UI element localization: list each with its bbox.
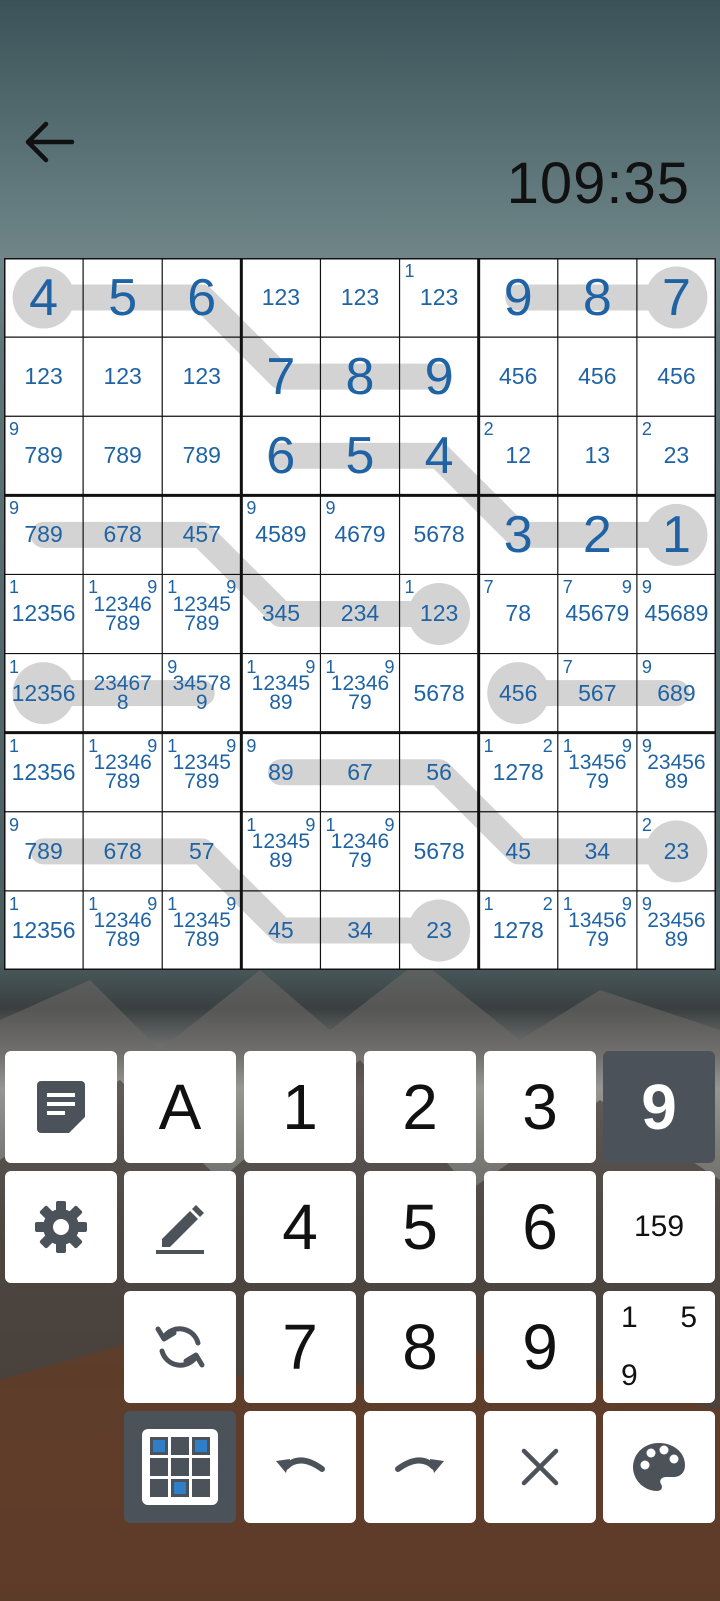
- timer: 109:35: [506, 151, 690, 216]
- note-icon: [37, 1081, 85, 1133]
- refresh-button[interactable]: [124, 1291, 236, 1403]
- digit-9-button[interactable]: 9: [484, 1291, 596, 1403]
- sudoku-board[interactable]: 4 5 6 123 123 123 1 9 8 7 123 123 123 7 8 9 456 456 456 789…: [4, 258, 716, 970]
- palette-icon: [633, 1443, 685, 1491]
- digit-7-button[interactable]: 7: [244, 1291, 356, 1403]
- corner-combo-c: 9: [621, 1359, 638, 1392]
- notes-button[interactable]: [5, 1051, 117, 1163]
- selected-digit-button[interactable]: 9: [603, 1051, 715, 1163]
- digit-2-button[interactable]: 2: [364, 1051, 476, 1163]
- combo-label: 159: [633, 1210, 685, 1243]
- grid-mode-button[interactable]: [124, 1411, 236, 1523]
- clear-button[interactable]: [484, 1411, 596, 1523]
- undo-icon: [276, 1457, 325, 1473]
- gear-icon: [35, 1201, 87, 1253]
- close-icon: [521, 1448, 559, 1486]
- digit-8-button[interactable]: 8: [364, 1291, 476, 1403]
- pencil-button[interactable]: [124, 1171, 236, 1283]
- combo-button[interactable]: 159: [603, 1171, 715, 1283]
- grid-icon: [142, 1429, 218, 1505]
- digit-5-button[interactable]: 5: [364, 1171, 476, 1283]
- corner-combo-button[interactable]: 1 5 9: [603, 1291, 715, 1403]
- settings-button[interactable]: [5, 1171, 117, 1283]
- digit-3-button[interactable]: 3: [484, 1051, 596, 1163]
- palette-button[interactable]: [603, 1411, 715, 1523]
- arrow-left-icon: [25, 121, 75, 163]
- corner-combo-a: 1: [621, 1301, 638, 1334]
- digit-1-button[interactable]: 1: [244, 1051, 356, 1163]
- redo-button[interactable]: [364, 1411, 476, 1523]
- auto-button[interactable]: A: [124, 1051, 236, 1163]
- undo-button[interactable]: [244, 1411, 356, 1523]
- digit-4-button[interactable]: 4: [244, 1171, 356, 1283]
- grid-lines: [4, 258, 716, 970]
- digit-6-button[interactable]: 6: [484, 1171, 596, 1283]
- refresh-icon: [155, 1326, 205, 1368]
- back-button[interactable]: [20, 112, 80, 172]
- pencil-icon: [156, 1205, 204, 1254]
- redo-icon: [395, 1457, 444, 1473]
- corner-combo-b: 5: [680, 1301, 697, 1334]
